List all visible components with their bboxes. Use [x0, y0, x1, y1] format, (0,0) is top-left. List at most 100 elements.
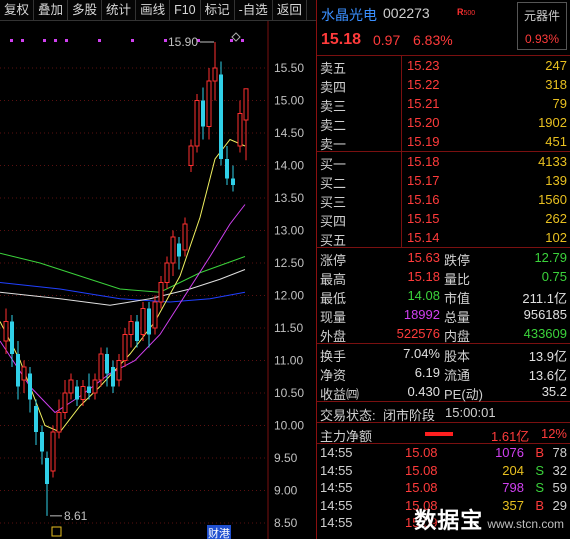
r-badge: R500	[457, 7, 476, 17]
stat-value: 0.430	[407, 384, 440, 399]
candle-body	[182, 223, 188, 251]
y-axis-label: 13.00	[274, 224, 304, 238]
candle-body	[105, 354, 109, 374]
candle-body	[201, 100, 205, 127]
y-axis-label: 15.50	[274, 61, 304, 75]
candle-body	[10, 321, 14, 354]
stats-block-a: 涨停 15.63 跌停 12.79 最高 15.18 量比 0.75 最低 14.08 市值 211.…	[317, 248, 570, 344]
signal-dot	[54, 39, 57, 42]
candle-body	[170, 236, 176, 264]
sell-row[interactable]: 卖一 15.19 451	[317, 132, 570, 152]
sell-price: 15.22	[407, 77, 440, 92]
candle-body	[87, 386, 91, 393]
sell-volume: 247	[545, 58, 567, 73]
bottom-marker	[51, 526, 62, 537]
candle-body	[3, 321, 9, 342]
candle-body	[34, 406, 38, 432]
statistics-button[interactable]: 统计	[102, 0, 137, 21]
diamond-icon	[231, 32, 241, 42]
candle-body	[28, 373, 32, 400]
signal-dot	[241, 39, 244, 42]
main-flow-pct: 12%	[540, 426, 567, 441]
f10-button[interactable]: F10	[170, 0, 201, 21]
y-axis-label: 12.50	[274, 256, 304, 270]
price-percent: 6.83%	[413, 32, 453, 48]
sell-volume: 79	[552, 96, 567, 111]
multi-stock-button[interactable]: 多股	[68, 0, 103, 21]
buy-row[interactable]: 买一 15.18 4133	[317, 152, 570, 172]
tick-price: 15.08	[405, 480, 438, 495]
candle-body	[92, 379, 98, 394]
back-button[interactable]: 返回	[273, 0, 307, 21]
stat-value: 15.18	[407, 269, 440, 284]
stat-key: PE(动)	[444, 387, 484, 402]
order-book-divider	[401, 209, 402, 228]
sell-volume: 1902	[538, 115, 567, 130]
stat-key: 外盘	[320, 329, 347, 344]
stats-block-b: 换手 7.04% 股本 13.9亿 净资 6.19 流通 13.6亿 收益㈣ 0.430 PE(动)…	[317, 344, 570, 402]
buy-row[interactable]: 买二 15.17 139	[317, 171, 570, 191]
tick-time: 14:55	[320, 445, 353, 460]
y-axis-label: 12.00	[274, 289, 304, 303]
tick-volume: 1076	[495, 445, 524, 460]
mark-button[interactable]: 标记	[201, 0, 235, 21]
sell-row[interactable]: 卖四 15.22 318	[317, 75, 570, 95]
buy-row[interactable]: 买三 15.16 1560	[317, 190, 570, 210]
tick-price: 15.08	[405, 445, 438, 460]
stat-key: 收益㈣	[320, 387, 360, 402]
signal-dot	[164, 39, 167, 42]
tick-row: 14:55 15.08 204 S 32	[317, 462, 570, 480]
signal-dot	[65, 39, 68, 42]
candle-body	[116, 360, 122, 381]
overlay-button[interactable]: 叠加	[34, 0, 69, 21]
order-book-divider	[401, 171, 402, 190]
stat-row: 最低 14.08 市值 211.1亿	[317, 286, 570, 306]
watchlist-button[interactable]: -自选	[235, 0, 273, 21]
restore-right-button[interactable]: 复权	[0, 0, 35, 21]
sell-volume: 318	[545, 77, 567, 92]
sector-box[interactable]: 元器件 0.93%	[517, 2, 567, 50]
candle-body	[194, 100, 200, 147]
ma-line-purple	[0, 204, 246, 414]
sell-price: 15.19	[407, 134, 440, 149]
buy-row[interactable]: 买四 15.15 262	[317, 209, 570, 229]
stat-value: 522576	[396, 326, 440, 341]
order-book-divider	[401, 228, 402, 247]
buy-price: 15.16	[407, 192, 440, 207]
last-price: 15.18	[321, 31, 362, 48]
tick-side: S	[535, 462, 544, 478]
stat-value: 35.2	[541, 384, 567, 399]
main-flow-bar	[425, 432, 453, 436]
y-axis-label: 15.00	[274, 94, 304, 108]
candle-body	[80, 386, 86, 400]
tick-time: 14:55	[320, 515, 353, 530]
trade-state-label: 交易状态:	[320, 408, 376, 423]
candle-body	[62, 392, 68, 413]
sell-row[interactable]: 卖二 15.20 1902	[317, 113, 570, 133]
sell-volume: 451	[545, 134, 567, 149]
main-flow-row: 主力净额 1.61亿 12%	[317, 423, 570, 444]
stat-value: 7.04%	[403, 346, 440, 361]
candle-body	[158, 282, 164, 303]
tick-row: 14:55 15.08 1076 B 78	[317, 444, 570, 462]
sell-row[interactable]: 卖五 15.23 247	[317, 56, 570, 76]
buy-row[interactable]: 买五 15.14 102	[317, 228, 570, 248]
candle-body	[122, 334, 128, 361]
sector-change: 0.93%	[524, 32, 560, 46]
stat-value: 0.75	[541, 269, 567, 284]
main-flow-label: 主力净额	[320, 429, 373, 444]
order-book-divider	[401, 75, 402, 94]
sector-name: 元器件	[523, 9, 560, 23]
buy-volume: 262	[545, 211, 567, 226]
quote-header: 水晶光电 002273 R500 15.18 0.97 6.83% 元器件 0.…	[317, 0, 570, 56]
sell-row[interactable]: 卖三 15.21 79	[317, 94, 570, 114]
order-book-divider	[401, 94, 402, 113]
candle-body	[188, 145, 194, 166]
kline-chart[interactable]: 15.50 15.00 14.50 14.00 13.50 13.00 12.50 12.00…	[0, 21, 316, 539]
buy-volume: 139	[545, 173, 567, 188]
signal-dot	[10, 39, 13, 42]
draw-line-button[interactable]: 画线	[136, 0, 171, 21]
stock-name[interactable]: 水晶光电	[321, 5, 377, 25]
watermark: 数据宝 www.stcn.com	[414, 508, 564, 533]
y-axis-label: 14.50	[274, 126, 304, 140]
